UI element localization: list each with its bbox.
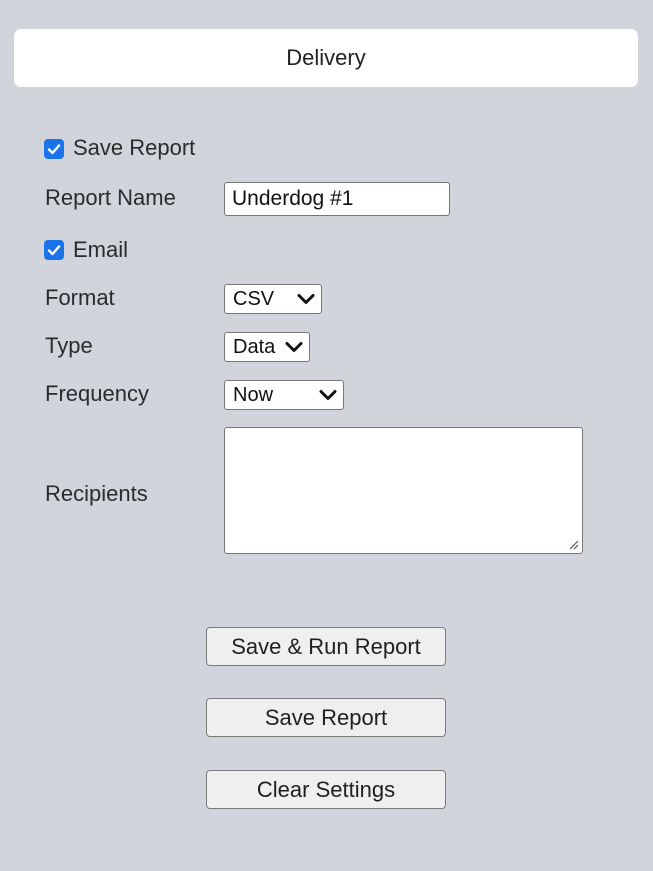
frequency-selected-value: Now [233, 383, 274, 406]
type-select[interactable]: Data [224, 332, 310, 362]
save-report-label: Save Report [73, 135, 196, 160]
type-label: Type [45, 333, 93, 358]
frequency-label: Frequency [45, 381, 149, 406]
report-name-value: Underdog #1 [232, 187, 354, 210]
delivery-header: Delivery [14, 29, 638, 87]
clear-settings-button[interactable]: Clear Settings [206, 770, 446, 809]
email-label: Email [73, 237, 129, 262]
checkmark-icon [47, 144, 61, 155]
save-report-button[interactable]: Save Report [206, 698, 446, 737]
report-name-label: Report Name [45, 185, 176, 210]
chevron-down-icon [285, 341, 303, 353]
chevron-down-icon [319, 389, 337, 401]
save-and-run-report-button[interactable]: Save & Run Report [206, 627, 446, 666]
recipients-label: Recipients [45, 481, 148, 506]
chevron-down-icon [297, 293, 315, 305]
checkmark-icon [47, 245, 61, 256]
email-checkbox[interactable] [44, 240, 64, 260]
frequency-select[interactable]: Now [224, 380, 344, 410]
resize-handle-icon[interactable] [567, 538, 579, 550]
format-label: Format [45, 285, 115, 310]
recipients-textarea[interactable] [224, 427, 583, 554]
format-selected-value: CSV [233, 287, 275, 310]
type-selected-value: Data [233, 335, 276, 358]
report-name-input[interactable]: Underdog #1 [224, 182, 450, 216]
save-report-checkbox[interactable] [44, 139, 64, 159]
page-title: Delivery [286, 45, 366, 70]
format-select[interactable]: CSV [224, 284, 322, 314]
